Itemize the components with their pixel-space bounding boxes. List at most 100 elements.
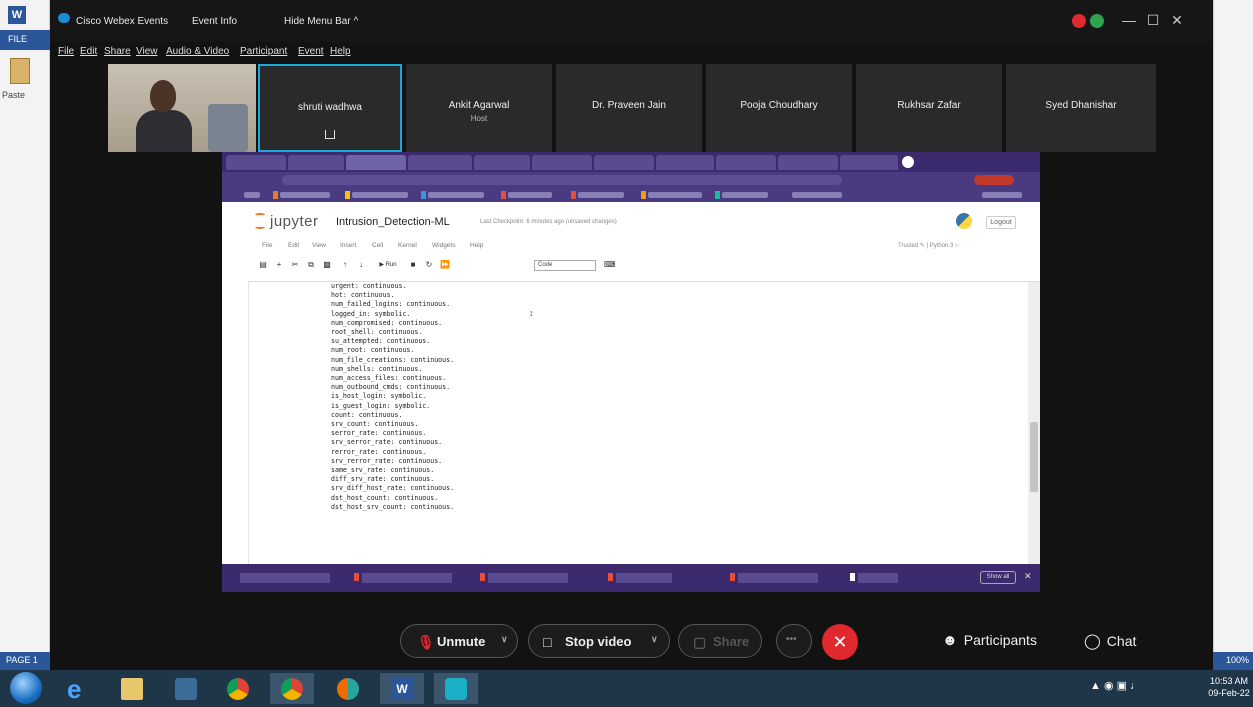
bookmark[interactable] — [421, 191, 484, 199]
browser-tab[interactable] — [346, 155, 406, 170]
browser-tab[interactable] — [656, 155, 714, 170]
menu-help[interactable]: Help — [330, 46, 351, 57]
event-info-tab[interactable]: Event Info — [192, 16, 237, 27]
taskbar-chrome[interactable] — [216, 673, 260, 704]
add-cell-icon[interactable]: + — [274, 260, 284, 270]
code-cell[interactable]: urgent: continuous. hot: continuous. num_f… — [248, 282, 1028, 564]
browser-tab[interactable] — [840, 155, 898, 170]
close-button[interactable]: ✕ — [1168, 12, 1186, 28]
jp-menu-view[interactable]: View — [312, 242, 326, 249]
close-downloads-icon[interactable]: ✕ — [1024, 571, 1032, 582]
notebook-name[interactable]: Intrusion_Detection-ML — [336, 216, 450, 228]
browser-tab[interactable] — [716, 155, 776, 170]
clock[interactable]: 10:53 AM 09-Feb-22 — [1208, 675, 1250, 699]
participant-tile-pooja[interactable]: Pooja Choudhary — [706, 64, 852, 152]
show-all-button[interactable]: Show all — [980, 571, 1016, 584]
move-up-icon[interactable]: ↑ — [340, 260, 350, 270]
hide-menu-bar-toggle[interactable]: Hide Menu Bar ^ — [284, 16, 358, 27]
menu-share[interactable]: Share — [104, 46, 131, 57]
participant-tile-shruti[interactable]: shruti wadhwa — [258, 64, 402, 152]
notebook-scrollbar[interactable] — [1028, 282, 1040, 564]
jp-menu-kernel[interactable]: Kernel — [398, 242, 417, 249]
leave-meeting-button[interactable]: ✕ — [822, 624, 858, 660]
jp-menu-edit[interactable]: Edit — [288, 242, 299, 249]
jupyter-logo-text[interactable]: jupyter — [270, 213, 319, 230]
zoom-level[interactable]: 100% — [1226, 655, 1249, 665]
download-item[interactable] — [730, 573, 818, 583]
taskbar-media[interactable] — [164, 673, 208, 704]
bookmark[interactable] — [345, 191, 408, 199]
move-down-icon[interactable]: ↓ — [356, 260, 366, 270]
download-item[interactable] — [850, 573, 898, 583]
taskbar-webex[interactable] — [434, 673, 478, 704]
minimize-button[interactable]: — — [1120, 12, 1138, 28]
taskbar-explorer[interactable] — [110, 673, 154, 704]
menu-participant[interactable]: Participant — [240, 46, 287, 57]
kernel-status[interactable]: Trusted ✎ | Python 3 ○ — [898, 242, 959, 249]
run-button[interactable]: ▶ Run — [374, 260, 402, 270]
url-field[interactable] — [282, 175, 842, 185]
browser-tab[interactable] — [778, 155, 838, 170]
browser-tab[interactable] — [594, 155, 654, 170]
participant-tile-syed[interactable]: Syed Dhanishar — [1006, 64, 1156, 152]
copy-icon[interactable]: ⧉ — [306, 260, 316, 270]
maximize-button[interactable]: ☐ — [1144, 12, 1162, 28]
self-video-tile[interactable] — [108, 64, 256, 152]
chat-button[interactable]: ◯ Chat — [1084, 632, 1136, 650]
taskbar-chrome-3[interactable] — [326, 673, 370, 704]
bookmark[interactable] — [273, 191, 330, 199]
connection-icon[interactable] — [1090, 14, 1104, 28]
stop-icon[interactable]: ■ — [408, 260, 418, 270]
menu-file[interactable]: File — [58, 46, 74, 57]
logout-button[interactable]: Logout — [986, 216, 1016, 229]
jp-menu-insert[interactable]: Insert — [340, 242, 356, 249]
unmute-button[interactable]: 🎙 Unmute ∨ — [400, 624, 518, 658]
system-tray[interactable]: ▲ ◉ ▣ ♩ — [1090, 679, 1141, 692]
more-options-button[interactable]: ••• — [776, 624, 812, 658]
bookmark[interactable] — [244, 192, 260, 198]
browser-tab[interactable] — [474, 155, 530, 170]
jp-menu-widgets[interactable]: Widgets — [432, 242, 455, 249]
participant-tile-ankit[interactable]: Ankit Agarwal Host — [406, 64, 552, 152]
recording-icon[interactable] — [1072, 14, 1086, 28]
scrollbar-thumb[interactable] — [1030, 422, 1038, 492]
browser-tab[interactable] — [226, 155, 286, 170]
share-button[interactable]: ▢ Share — [678, 624, 762, 658]
restart-run-icon[interactable]: ⏩ — [440, 260, 450, 270]
bookmark[interactable] — [501, 191, 552, 199]
download-item[interactable] — [480, 573, 568, 583]
word-file-tab[interactable]: FILE — [0, 30, 50, 50]
menu-edit[interactable]: Edit — [80, 46, 97, 57]
jp-menu-cell[interactable]: Cell — [372, 242, 383, 249]
cell-type-select[interactable]: Code — [534, 260, 596, 271]
jp-menu-file[interactable]: File — [262, 242, 272, 249]
stop-video-button[interactable]: □ Stop video ∨ — [528, 624, 670, 658]
bookmark[interactable] — [792, 192, 842, 198]
menu-event[interactable]: Event — [298, 46, 324, 57]
jp-menu-help[interactable]: Help — [470, 242, 483, 249]
download-item[interactable] — [608, 573, 672, 583]
download-item[interactable] — [354, 573, 452, 583]
download-item[interactable] — [240, 573, 330, 583]
menu-audio-video[interactable]: Audio & Video — [166, 46, 229, 57]
keyboard-icon[interactable]: ⌨ — [604, 260, 616, 270]
browser-tab[interactable] — [532, 155, 592, 170]
bookmark[interactable] — [982, 192, 1022, 198]
bookmark[interactable] — [715, 191, 768, 199]
participant-tile-rukhsar[interactable]: Rukhsar Zafar — [856, 64, 1002, 152]
taskbar-ie[interactable]: e — [56, 673, 100, 704]
taskbar-word[interactable]: W — [380, 673, 424, 704]
save-icon[interactable]: ▤ — [258, 260, 268, 270]
participants-button[interactable]: ☻ Participants — [942, 632, 1037, 649]
chevron-down-icon[interactable]: ∨ — [651, 634, 658, 645]
start-button[interactable] — [10, 672, 42, 704]
browser-tab[interactable] — [408, 155, 472, 170]
participant-tile-praveen[interactable]: Dr. Praveen Jain — [556, 64, 702, 152]
bookmark[interactable] — [571, 191, 624, 199]
bookmark[interactable] — [641, 191, 702, 199]
browser-tab[interactable] — [288, 155, 344, 170]
chevron-down-icon[interactable]: ∨ — [501, 634, 508, 645]
new-tab-icon[interactable] — [902, 156, 914, 168]
cut-icon[interactable]: ✂ — [290, 260, 300, 270]
paste-icon[interactable] — [10, 58, 30, 84]
